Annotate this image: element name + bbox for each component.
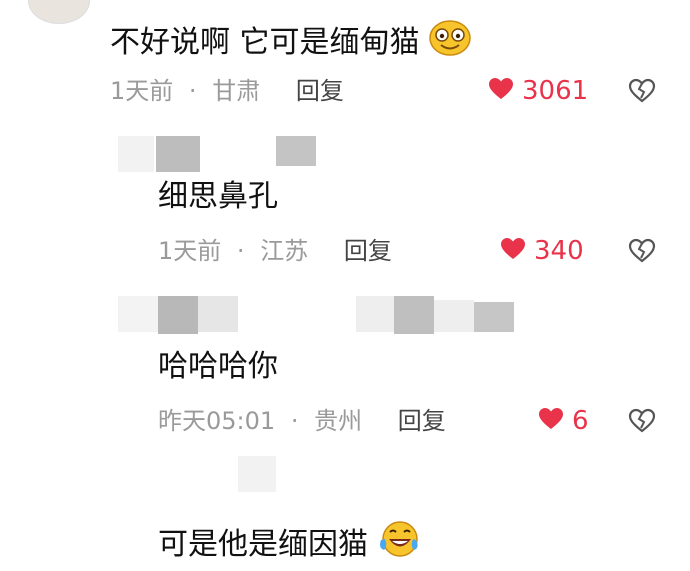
comment-location: 贵州 [314,407,363,435]
like-group: 3061 [488,76,588,106]
separator-dot: · [290,407,299,435]
blurred-username-block [156,136,200,172]
dislike-heart-broken-icon[interactable] [628,238,656,268]
laugh-tears-emoji-icon [378,520,420,566]
blurred-username-block [276,136,316,166]
comment-time: 1天前 [110,77,174,105]
separator-dot: · [236,237,245,265]
heart-filled-icon[interactable] [488,77,514,105]
like-count: 3061 [522,76,589,106]
dislike-heart-broken-icon[interactable] [628,78,656,108]
reply-text: 细思鼻孔 [158,180,278,214]
like-count: 340 [534,236,584,266]
blurred-username-block [394,296,434,334]
comment-meta: 1天前 · 甘肃 回复 [110,76,344,106]
smile-emoji-icon [429,20,471,64]
separator-dot: · [188,77,197,105]
blurred-username [118,296,158,332]
blurred-username-block [474,302,514,332]
reply-text-content: 细思鼻孔 [158,179,278,214]
blurred-username [238,456,276,492]
reply-text-content: 哈哈哈你 [158,349,278,384]
blurred-username-block [434,300,474,332]
reply-button[interactable]: 回复 [344,237,392,265]
reply-button[interactable]: 回复 [296,77,344,105]
reply-meta: 昨天05:01 · 贵州 回复 [158,406,446,436]
like-group: 6 [538,406,589,436]
blurred-username-block [356,296,394,332]
avatar[interactable] [28,0,90,24]
reply-meta: 1天前 · 江苏 回复 [158,236,392,266]
reply-button[interactable]: 回复 [398,407,446,435]
reply-text: 哈哈哈你 [158,350,278,384]
like-count: 6 [572,406,589,436]
comment-text: 不好说啊 它可是缅甸猫 [110,20,471,64]
dislike-heart-broken-icon[interactable] [628,408,656,438]
comment-text-content: 不好说啊 它可是缅甸猫 [110,25,420,60]
comment-time: 1天前 [158,237,222,265]
blurred-username-block [158,296,198,334]
blurred-username-block [198,296,238,332]
like-group: 340 [500,236,584,266]
heart-filled-icon[interactable] [538,407,564,435]
comment-time: 昨天05:01 [158,407,276,435]
reply-text: 可是他是缅因猫 [158,520,420,566]
comment-location: 江苏 [260,237,309,265]
heart-filled-icon[interactable] [500,237,526,265]
comment-location: 甘肃 [212,77,261,105]
blurred-username [118,136,154,172]
reply-text-content: 可是他是缅因猫 [158,527,368,562]
